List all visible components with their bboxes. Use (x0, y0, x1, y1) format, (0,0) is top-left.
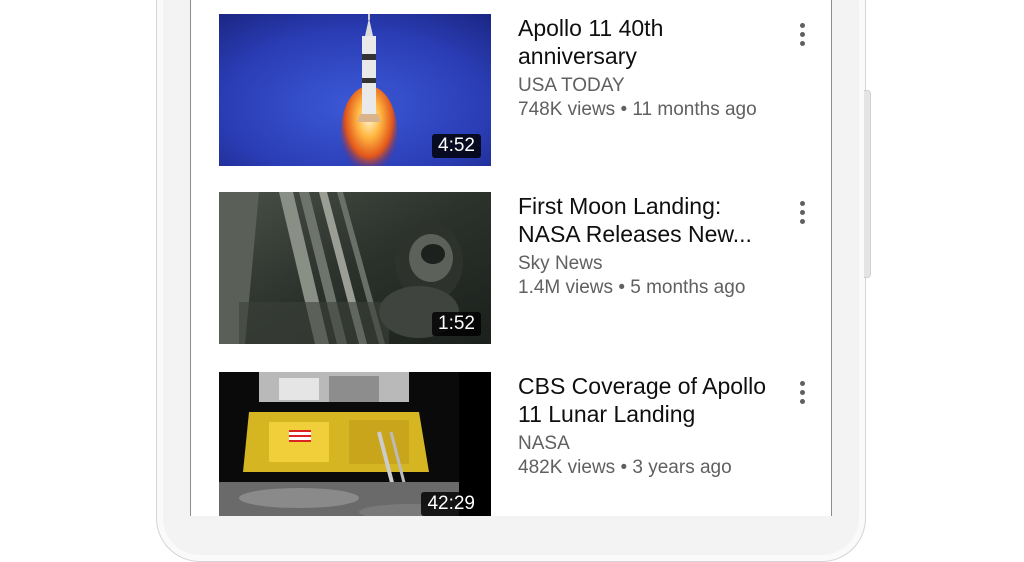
more-vert-icon[interactable] (793, 20, 813, 50)
video-title-line2[interactable]: 11 Lunar Landing (518, 400, 778, 428)
phone-side-button (864, 90, 871, 278)
upload-age: 5 months ago (630, 277, 746, 298)
video-title-line1[interactable]: Apollo 11 40th (518, 14, 778, 42)
channel-name: Sky News (518, 253, 603, 274)
more-vert-icon[interactable] (793, 378, 813, 408)
video-title-line2[interactable]: anniversary (518, 42, 778, 70)
menu-dot (800, 381, 805, 386)
video-thumbnail[interactable]: 1:52 (219, 192, 491, 344)
video-title-line1[interactable]: First Moon Landing: (518, 192, 778, 220)
view-count: 482K views (518, 457, 616, 478)
video-meta: Apollo 11 40th anniversary USA TODAY 748… (518, 14, 778, 122)
video-item-cbs-coverage[interactable]: 42:29 CBS Coverage of Apollo 11 Lunar La… (219, 372, 819, 516)
video-duration: 42:29 (421, 492, 481, 516)
menu-dot (800, 219, 805, 224)
channel-name: USA TODAY (518, 75, 625, 96)
video-stats: 748K views • 11 months ago (518, 98, 778, 122)
menu-dot (800, 201, 805, 206)
menu-dot (800, 399, 805, 404)
video-item-first-moon-landing[interactable]: 1:52 First Moon Landing: NASA Releases N… (219, 192, 819, 344)
menu-dot (800, 32, 805, 37)
view-count: 1.4M views (518, 277, 614, 298)
channel-name: NASA (518, 433, 570, 454)
separator-dot: • (620, 99, 628, 120)
menu-dot (800, 41, 805, 46)
view-count: 748K views (518, 99, 616, 120)
video-stats: 482K views • 3 years ago (518, 456, 778, 480)
menu-dot (800, 390, 805, 395)
video-title-line2[interactable]: NASA Releases New... (518, 220, 778, 248)
more-vert-icon[interactable] (793, 198, 813, 228)
video-thumbnail[interactable]: 42:29 (219, 372, 491, 516)
upload-age: 3 years ago (632, 457, 732, 478)
menu-dot (800, 210, 805, 215)
video-item-apollo-anniversary[interactable]: 4:52 Apollo 11 40th anniversary USA TODA… (219, 14, 819, 166)
menu-dot (800, 23, 805, 28)
separator-dot: • (620, 457, 628, 478)
video-meta: First Moon Landing: NASA Releases New...… (518, 192, 778, 300)
video-meta: CBS Coverage of Apollo 11 Lunar Landing … (518, 372, 778, 480)
video-stats: 1.4M views • 5 months ago (518, 276, 778, 300)
video-duration: 1:52 (432, 312, 481, 336)
video-list: 4:52 Apollo 11 40th anniversary USA TODA… (190, 0, 832, 516)
separator-dot: • (618, 277, 625, 298)
video-title-line1[interactable]: CBS Coverage of Apollo (518, 372, 778, 400)
video-duration: 4:52 (432, 134, 481, 158)
video-thumbnail[interactable]: 4:52 (219, 14, 491, 166)
upload-age: 11 months ago (632, 99, 757, 120)
